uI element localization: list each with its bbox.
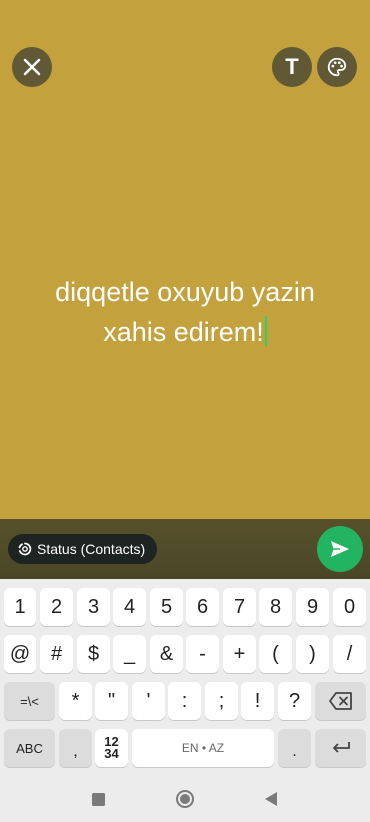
backspace-icon (328, 692, 352, 710)
key-period[interactable]: . (278, 729, 311, 767)
send-icon (331, 541, 349, 557)
status-ring-icon (18, 542, 32, 556)
key-hash[interactable]: # (40, 635, 73, 673)
key-more-symbols[interactable]: =\< (4, 682, 55, 720)
send-button[interactable] (317, 526, 363, 572)
key-abc[interactable]: ABC (4, 729, 55, 767)
status-text-line-2: xahis edirem! (0, 312, 370, 352)
recents-button[interactable] (87, 788, 109, 810)
key-0[interactable]: 0 (333, 588, 366, 626)
key-numpad[interactable]: 12 34 (95, 729, 128, 767)
key-1[interactable]: 1 (4, 588, 36, 626)
key-asterisk[interactable]: * (59, 682, 92, 720)
home-button[interactable] (174, 788, 196, 810)
back-icon (264, 792, 277, 806)
status-text-input[interactable]: diqqetle oxuyub yazin xahis edirem! (0, 272, 370, 352)
key-single-quote[interactable]: ' (132, 682, 165, 720)
home-icon (176, 790, 194, 808)
text-style-button[interactable]: T (272, 47, 312, 87)
palette-icon (327, 57, 347, 77)
audience-selector[interactable]: Status (Contacts) (8, 534, 158, 564)
status-canvas[interactable]: T diqqetle oxuyub yazin xahis edirem! (0, 0, 370, 519)
key-3[interactable]: 3 (77, 588, 110, 626)
key-5[interactable]: 5 (150, 588, 183, 626)
key-question[interactable]: ? (278, 682, 311, 720)
key-minus[interactable]: - (186, 635, 219, 673)
key-underscore[interactable]: _ (113, 635, 146, 673)
key-2[interactable]: 2 (40, 588, 73, 626)
key-9[interactable]: 9 (296, 588, 329, 626)
key-open-paren[interactable]: ( (259, 635, 292, 673)
key-7[interactable]: 7 (223, 588, 256, 626)
key-semicolon[interactable]: ; (205, 682, 238, 720)
key-dollar[interactable]: $ (77, 635, 110, 673)
key-comma[interactable]: , (59, 729, 92, 767)
key-ampersand[interactable]: & (150, 635, 183, 673)
keyboard: 1 2 3 4 5 6 7 8 9 0 @ # $ _ & - + ( ) / … (0, 579, 370, 774)
key-backspace[interactable] (315, 682, 366, 720)
recents-icon (91, 792, 105, 806)
text-style-label: T (285, 54, 299, 79)
key-6[interactable]: 6 (186, 588, 219, 626)
back-button[interactable] (260, 788, 282, 810)
close-icon (23, 58, 41, 76)
key-4[interactable]: 4 (113, 588, 146, 626)
key-at[interactable]: @ (4, 635, 36, 673)
status-text-line-1: diqqetle oxuyub yazin (55, 277, 315, 307)
text-caret (264, 316, 267, 346)
status-text-line-2-content: xahis edirem! (103, 317, 264, 347)
color-palette-button[interactable] (317, 47, 357, 87)
numpad-label-bottom: 34 (104, 746, 119, 761)
key-enter[interactable] (315, 729, 366, 767)
close-button[interactable] (12, 47, 52, 87)
key-colon[interactable]: : (168, 682, 201, 720)
key-space[interactable]: EN • AZ (132, 729, 274, 767)
status-bottom-bar: Status (Contacts) (0, 519, 370, 579)
key-double-quote[interactable]: " (95, 682, 128, 720)
enter-icon (332, 742, 350, 753)
key-exclamation[interactable]: ! (241, 682, 274, 720)
key-plus[interactable]: + (223, 635, 256, 673)
key-close-paren[interactable]: ) (296, 635, 329, 673)
system-navigation-bar (0, 774, 370, 822)
audience-label: Status (Contacts) (37, 541, 146, 557)
key-slash[interactable]: / (333, 635, 366, 673)
key-8[interactable]: 8 (259, 588, 292, 626)
